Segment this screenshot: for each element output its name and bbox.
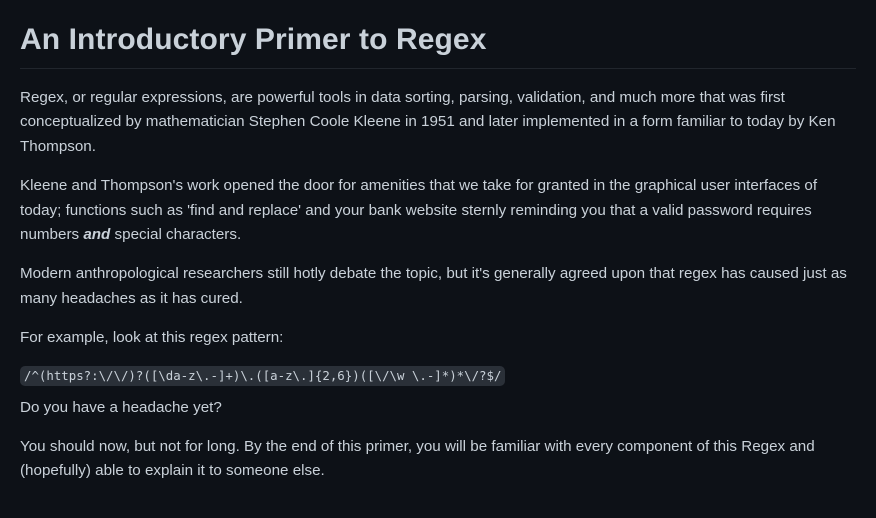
emphasis-and: and	[83, 226, 111, 244]
history-text-end: special characters.	[110, 226, 242, 244]
headache-paragraph: Modern anthropological researchers still…	[20, 265, 847, 307]
question-paragraph: Do you have a headache yet?	[20, 398, 222, 416]
article-page: An Introductory Primer to Regex Regex, o…	[0, 0, 876, 518]
regex-inline-code: /^(https?:\/\/)?([\da-z\.-]+)\.([a-z\.]{…	[20, 365, 506, 386]
regex-code-block: /^(https?:\/\/)?([\da-z\.-]+)\.([a-z\.]{…	[20, 365, 856, 386]
closing-paragraph: You should now, but not for long. By the…	[20, 438, 815, 480]
example-intro-paragraph: For example, look at this regex pattern:	[20, 329, 284, 347]
intro-paragraph: Regex, or regular expressions, are power…	[20, 89, 836, 155]
page-title: An Introductory Primer to Regex	[20, 18, 856, 69]
history-paragraph: Kleene and Thompson's work opened the do…	[20, 174, 856, 247]
